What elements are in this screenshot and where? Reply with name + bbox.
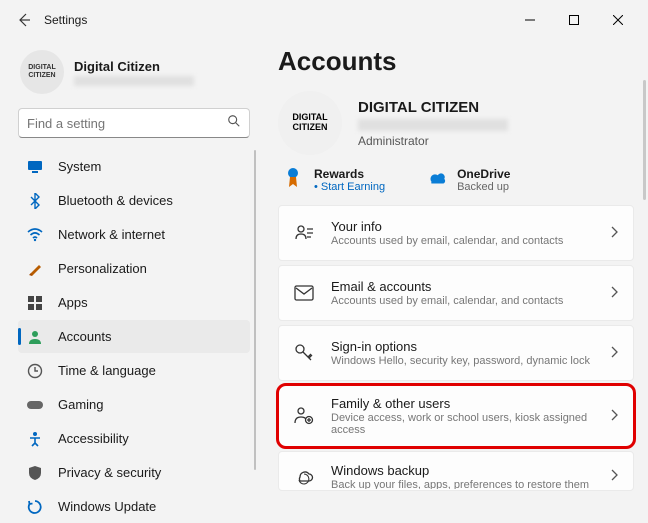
onedrive-icon [425, 167, 447, 189]
title-bar: Settings [0, 0, 648, 40]
nav-label: Apps [58, 295, 88, 310]
card-your-info[interactable]: Your infoAccounts used by email, calenda… [278, 205, 634, 261]
nav-label: Personalization [58, 261, 147, 276]
quick-sub: •Start Earning [314, 181, 385, 193]
rewards-icon [282, 167, 304, 189]
quick-title: Rewards [314, 167, 385, 181]
user-box[interactable]: DIGITALCITIZEN Digital Citizen [20, 50, 250, 94]
quick-rewards[interactable]: Rewards•Start Earning [282, 167, 385, 193]
sidebar: DIGITALCITIZEN Digital Citizen System Blu… [0, 40, 262, 512]
card-title: Your info [331, 219, 611, 234]
quick-title: OneDrive [457, 167, 510, 181]
sidebar-item-accessibility[interactable]: Accessibility [18, 422, 250, 455]
nav-label: Accessibility [58, 431, 129, 446]
sidebar-item-personalization[interactable]: Personalization [18, 252, 250, 285]
card-desc: Device access, work or school users, kio… [331, 412, 611, 436]
nav-label: Accounts [58, 329, 111, 344]
backup-icon [293, 466, 315, 486]
sidebar-item-accounts[interactable]: Accounts [18, 320, 250, 353]
shield-icon [26, 464, 44, 482]
nav-list: System Bluetooth & devices Network & inter… [18, 150, 250, 523]
apps-icon [26, 294, 44, 312]
chevron-right-icon [611, 409, 619, 424]
key-icon [293, 343, 315, 363]
card-desc: Windows Hello, security key, password, d… [331, 355, 611, 367]
userinfo-icon [293, 223, 315, 243]
card-sign-in-options[interactable]: Sign-in optionsWindows Hello, security k… [278, 325, 634, 381]
profile-role: Administrator [358, 134, 508, 148]
quick-sub: Backed up [457, 181, 510, 193]
minimize-button[interactable] [508, 4, 552, 36]
sidebar-item-time-language[interactable]: Time & language [18, 354, 250, 387]
email-icon [293, 285, 315, 301]
card-title: Sign-in options [331, 339, 611, 354]
nav-label: System [58, 159, 101, 174]
main-scrollbar[interactable] [643, 80, 646, 200]
page-title: Accounts [278, 46, 634, 77]
quick-onedrive[interactable]: OneDriveBacked up [425, 167, 510, 193]
system-icon [26, 158, 44, 176]
profile-block: DIGITALCITIZEN DIGITAL CITIZEN Administr… [278, 91, 634, 155]
chevron-right-icon [611, 286, 619, 301]
card-desc: Accounts used by email, calendar, and co… [331, 295, 611, 307]
main-panel: Accounts DIGITALCITIZEN DIGITAL CITIZEN … [262, 40, 648, 512]
sidebar-item-windows-update[interactable]: Windows Update [18, 490, 250, 523]
search-box[interactable] [18, 108, 250, 138]
user-email-redacted [74, 76, 194, 86]
sidebar-scrollbar[interactable] [254, 150, 256, 470]
close-button[interactable] [596, 4, 640, 36]
search-icon [227, 114, 241, 133]
access-icon [26, 430, 44, 448]
card-family-other-users[interactable]: Family & other usersDevice access, work … [278, 385, 634, 447]
family-icon [293, 406, 315, 426]
nav-label: Privacy & security [58, 465, 161, 480]
sidebar-item-bluetooth-devices[interactable]: Bluetooth & devices [18, 184, 250, 217]
maximize-button[interactable] [552, 4, 596, 36]
brush-icon [26, 260, 44, 278]
chevron-right-icon [611, 469, 619, 484]
bluetooth-icon [26, 192, 44, 210]
nav-label: Time & language [58, 363, 156, 378]
sidebar-item-gaming[interactable]: Gaming [18, 388, 250, 421]
clock-icon [26, 362, 44, 380]
update-icon [26, 498, 44, 516]
nav-label: Bluetooth & devices [58, 193, 173, 208]
nav-label: Gaming [58, 397, 104, 412]
card-windows-backup[interactable]: Windows backupBack up your files, apps, … [278, 451, 634, 491]
card-desc: Back up your files, apps, preferences to… [331, 479, 611, 489]
card-title: Windows backup [331, 463, 611, 478]
card-desc: Accounts used by email, calendar, and co… [331, 235, 611, 247]
user-name: Digital Citizen [74, 59, 194, 74]
gaming-icon [26, 396, 44, 414]
card-email-accounts[interactable]: Email & accountsAccounts used by email, … [278, 265, 634, 321]
nav-label: Network & internet [58, 227, 165, 242]
sidebar-item-network-internet[interactable]: Network & internet [18, 218, 250, 251]
chevron-right-icon [611, 346, 619, 361]
profile-name: DIGITAL CITIZEN [358, 99, 508, 116]
back-button[interactable] [8, 4, 40, 36]
card-title: Family & other users [331, 396, 611, 411]
card-title: Email & accounts [331, 279, 611, 294]
quick-row: Rewards•Start Earning OneDriveBacked up [278, 167, 634, 193]
card-list: Your infoAccounts used by email, calenda… [278, 205, 634, 491]
window-title: Settings [44, 13, 87, 27]
sidebar-item-privacy-security[interactable]: Privacy & security [18, 456, 250, 489]
chevron-right-icon [611, 226, 619, 241]
person-icon [26, 328, 44, 346]
sidebar-item-apps[interactable]: Apps [18, 286, 250, 319]
profile-avatar: DIGITALCITIZEN [278, 91, 342, 155]
user-avatar: DIGITALCITIZEN [20, 50, 64, 94]
search-input[interactable] [27, 116, 227, 131]
profile-email-redacted [358, 119, 508, 131]
sidebar-item-system[interactable]: System [18, 150, 250, 183]
wifi-icon [26, 226, 44, 244]
